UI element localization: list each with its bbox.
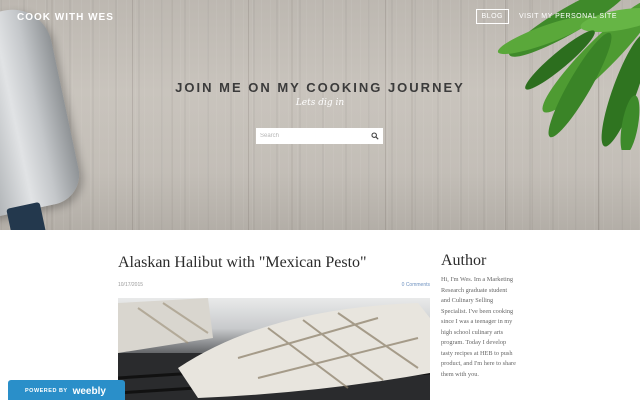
- hero-banner: COOK WITH WES BLOG VISIT MY PERSONAL SIT…: [0, 0, 640, 230]
- post-image-halibut: [118, 298, 430, 400]
- search-box: [256, 128, 383, 144]
- weebly-logo: weebly: [72, 385, 106, 397]
- search-icon[interactable]: [371, 127, 379, 145]
- badge-powered-text: POWERED BY: [25, 388, 68, 394]
- nav-item-personal-site[interactable]: VISIT MY PERSONAL SITE: [514, 10, 622, 23]
- sidebar-author-heading: Author: [441, 252, 487, 269]
- post-title[interactable]: Alaskan Halibut with "Mexican Pesto": [118, 254, 367, 272]
- knife-image: [0, 2, 85, 218]
- post-date: 10/17/2015: [118, 282, 144, 288]
- post-meta: 10/17/2015 0 Comments: [118, 282, 430, 288]
- hero-headline: JOIN ME ON MY COOKING JOURNEY: [175, 80, 465, 95]
- search-input[interactable]: [260, 133, 371, 139]
- author-bio: Hi, I'm Wes. Im a Marketing Research gra…: [441, 276, 516, 378]
- comments-link[interactable]: 0 Comments: [402, 282, 430, 288]
- weebly-badge[interactable]: POWERED BY weebly: [8, 380, 125, 400]
- hero-subheadline: Lets dig in: [295, 98, 345, 108]
- site-title[interactable]: COOK WITH WES: [17, 12, 114, 23]
- top-nav: BLOG VISIT MY PERSONAL SITE: [475, 9, 622, 24]
- nav-item-blog[interactable]: BLOG: [475, 9, 509, 24]
